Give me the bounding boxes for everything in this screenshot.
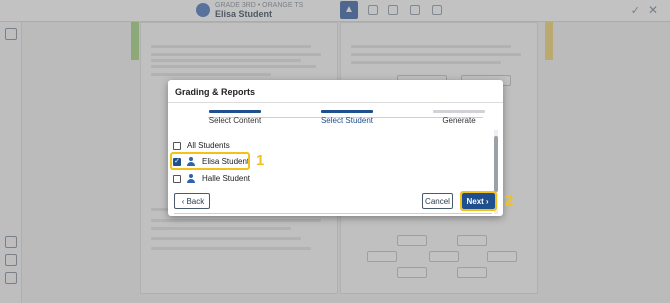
person-icon: [187, 174, 195, 183]
step-select-student: Select Student: [302, 110, 392, 125]
callout-number-1: 1: [256, 152, 265, 169]
step-generate: Generate: [414, 110, 503, 125]
scroll-thumb[interactable]: [494, 136, 498, 192]
step-label: Select Student: [320, 116, 374, 125]
dialog-title: Grading & Reports: [175, 87, 256, 97]
step-label: Select Content: [208, 116, 262, 125]
step-select-content: Select Content: [190, 110, 280, 125]
dialog-bottom-line: [174, 213, 492, 214]
cancel-button[interactable]: Cancel: [422, 193, 453, 209]
student-label: Halle Student: [202, 174, 251, 183]
back-button[interactable]: ‹ Back: [174, 193, 210, 209]
checkbox[interactable]: [173, 141, 181, 150]
step-label: Generate: [442, 116, 476, 125]
chevron-left-icon: ‹: [181, 196, 185, 206]
grading-reports-dialog: Grading & Reports Select Content Select …: [168, 80, 503, 216]
student-row-all[interactable]: All Students: [173, 139, 230, 152]
highlight-elisa-row: [170, 152, 250, 170]
highlight-next-button: [460, 191, 497, 211]
student-label: All Students: [187, 141, 230, 150]
checkbox[interactable]: [173, 174, 181, 183]
student-row-halle[interactable]: Halle Student: [173, 172, 250, 185]
cancel-label: Cancel: [425, 196, 450, 206]
back-label: Back: [186, 196, 205, 206]
dialog-divider: [168, 102, 503, 103]
callout-number-2: 2: [505, 192, 514, 209]
